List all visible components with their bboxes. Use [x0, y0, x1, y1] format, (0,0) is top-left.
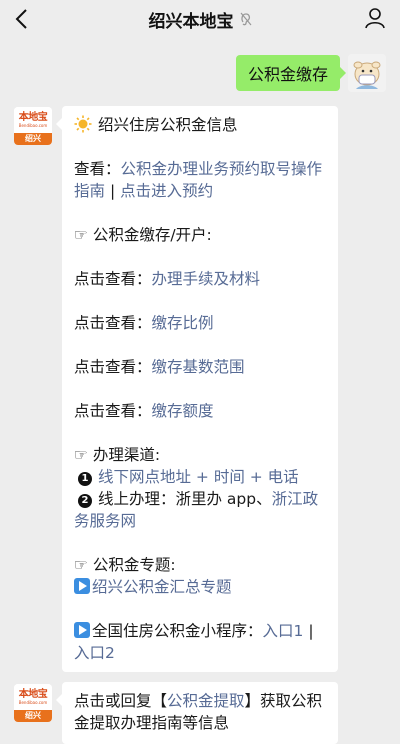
procedures-link[interactable]: 办理手续及材料 — [152, 270, 261, 288]
view-line: 查看：公积金办理业务预约取号操作指南 | 点击进入预约 — [74, 158, 326, 202]
booking-link[interactable]: 点击进入预约 — [120, 182, 213, 200]
channel-online-line: 2 线上办理：浙里办 app、浙江政务服务网 — [74, 488, 326, 532]
logo-text: 本地宝 — [18, 112, 48, 123]
logo-text: 本地宝 — [18, 689, 48, 700]
view-separator: | — [105, 182, 121, 200]
entry-separator: | — [303, 622, 314, 640]
user-message-bubble[interactable]: 公积金缴存 — [235, 55, 347, 91]
section-topic-heading: ☞ 公积金专题: — [74, 556, 176, 574]
number-one-icon: 1 — [78, 472, 92, 486]
withdraw-link[interactable]: 公积金提取 — [167, 692, 245, 710]
deposit-amount-link[interactable]: 缴存额度 — [152, 402, 214, 420]
deposit-base-link[interactable]: 缴存基数范围 — [152, 358, 245, 376]
chat-title: 绍兴本地宝 — [148, 11, 234, 32]
person-icon[interactable] — [364, 7, 386, 29]
section-channels-heading: ☞ 办理渠道: — [74, 446, 161, 464]
chevron-left-icon[interactable] — [14, 8, 32, 30]
channel-offline-line: 1 线下网点地址 + 时间 + 电话 — [74, 466, 326, 488]
message-title: 绍兴住房公积金信息 — [98, 116, 238, 134]
shaoxing-topic-link[interactable]: 绍兴公积金汇总专题 — [92, 578, 232, 596]
view-label: 查看： — [74, 160, 121, 178]
national-miniprogram-line: 全国住房公积金小程序：入口1 | 入口2 — [74, 620, 326, 664]
bot-avatar[interactable]: 本地宝 Bendibao.com 绍兴 — [14, 684, 52, 722]
user-message-text: 公积金缴存 — [247, 65, 328, 84]
entry-1-link[interactable]: 入口1 — [263, 622, 304, 640]
user-avatar[interactable] — [348, 54, 386, 92]
click-view-label: 点击查看： — [74, 358, 152, 376]
click-view-label: 点击查看： — [74, 314, 152, 332]
bot-message-bubble: 点击或回复【公积金提取】获取公积金提取办理指南等信息 — [56, 682, 338, 744]
sun-icon — [74, 115, 92, 133]
offline-outlets-link[interactable]: 线下网点地址 + 时间 + 电话 — [98, 468, 299, 486]
bot-message-bubble: 绍兴住房公积金信息 查看：公积金办理业务预约取号操作指南 | 点击进入预约 ☞ … — [56, 106, 338, 672]
cartoon-avatar-icon — [348, 54, 386, 92]
click-view-label: 点击查看： — [74, 270, 152, 288]
number-two-icon: 2 — [78, 494, 92, 508]
section-deposit-heading: ☞ 公积金缴存/开户: — [74, 226, 212, 244]
logo-subtext: Bendibao.com — [18, 123, 48, 128]
bot-avatar[interactable]: 本地宝 Bendibao.com 绍兴 — [14, 107, 52, 145]
message-title-line: 绍兴住房公积金信息 — [74, 114, 326, 136]
withdraw-hint: 点击或回复【公积金提取】获取公积金提取办理指南等信息 — [74, 690, 326, 734]
chat-header: 绍兴本地宝 — [0, 0, 400, 38]
logo-city: 绍兴 — [14, 710, 52, 722]
entry-2-link[interactable]: 入口2 — [74, 644, 115, 662]
topic-line: 绍兴公积金汇总专题 — [74, 576, 326, 598]
logo-subtext: Bendibao.com — [18, 700, 48, 705]
click-view-label: 点击查看： — [74, 402, 152, 420]
deposit-ratio-link[interactable]: 缴存比例 — [152, 314, 214, 332]
logo-city: 绍兴 — [14, 133, 52, 145]
amount-line: 点击查看：缴存额度 — [74, 400, 326, 422]
base-line: 点击查看：缴存基数范围 — [74, 356, 326, 378]
play-icon — [74, 622, 90, 638]
ratio-line: 点击查看：缴存比例 — [74, 312, 326, 334]
procedures-line: 点击查看：办理手续及材料 — [74, 268, 326, 290]
play-icon — [74, 578, 90, 594]
online-channel-text: 线上办理：浙里办 app、 — [98, 490, 272, 508]
withdraw-prefix: 点击或回复【 — [74, 692, 168, 710]
ear-icon — [240, 12, 251, 26]
national-label: 全国住房公积金小程序： — [92, 622, 263, 640]
